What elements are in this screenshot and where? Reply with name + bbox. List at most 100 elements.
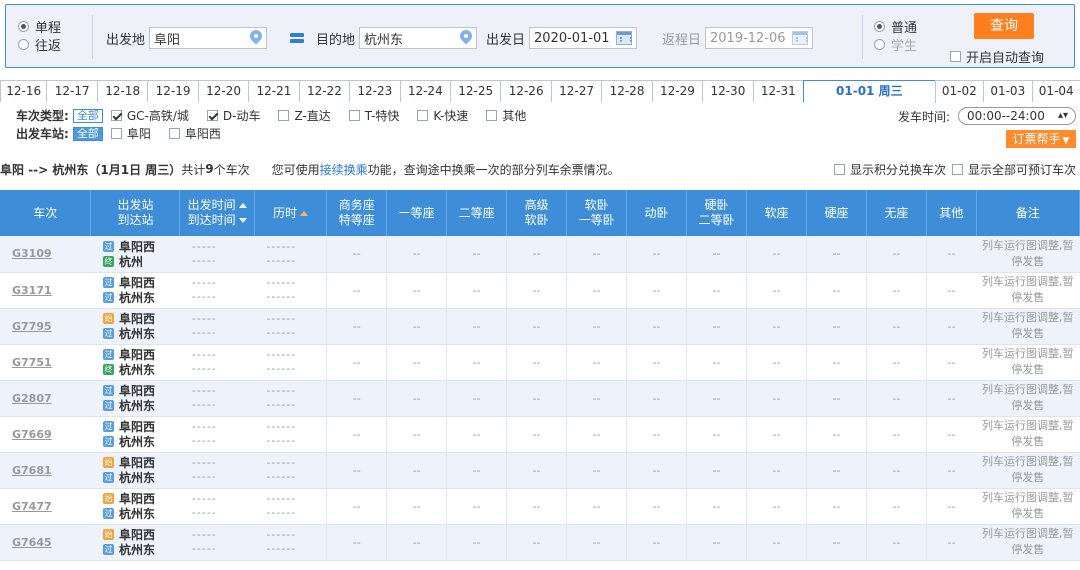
date-tab[interactable]: 12-22: [298, 80, 351, 102]
query-button[interactable]: 查询: [974, 13, 1034, 39]
trip-type-roundtrip[interactable]: 往返: [18, 35, 88, 54]
date-tab[interactable]: 12-23: [349, 80, 401, 102]
to-station-name[interactable]: 杭州东: [119, 325, 155, 342]
date-tab[interactable]: 12-17: [46, 80, 98, 102]
train-type-option[interactable]: K-快速: [417, 107, 468, 124]
points-checkbox[interactable]: [833, 164, 845, 175]
train-type-option[interactable]: D-动车: [206, 107, 260, 124]
train-type-checkbox[interactable]: [278, 110, 290, 121]
train-number-link[interactable]: G7645: [0, 524, 91, 561]
transfer-link[interactable]: 接续换乘: [320, 161, 368, 178]
passenger-normal[interactable]: 普通: [874, 17, 917, 36]
train-type-option[interactable]: 其他: [486, 107, 526, 124]
station-all-button[interactable]: 全部: [72, 126, 103, 141]
date-tab[interactable]: 12-21: [248, 80, 300, 102]
normal-radio[interactable]: [874, 20, 885, 32]
station-checkbox[interactable]: [168, 128, 180, 139]
depart-time-select[interactable]: 00:00--24:00 ▴▾: [958, 107, 1076, 125]
train-type-checkbox[interactable]: [110, 110, 122, 121]
to-station-name[interactable]: 杭州东: [119, 505, 155, 522]
auto-query-toggle[interactable]: 开启自动查询: [950, 47, 1044, 66]
auto-query-label: 开启自动查询: [966, 51, 1045, 66]
student-radio[interactable]: [874, 38, 885, 50]
train-number-link[interactable]: G7681: [0, 452, 91, 489]
date-tab[interactable]: 12-24: [399, 80, 451, 102]
train-type-checkbox[interactable]: [486, 110, 498, 121]
from-value: 阜阳: [154, 32, 181, 48]
auto-query-checkbox[interactable]: [950, 51, 961, 62]
points-option-label: 显示积分兑换车次: [849, 163, 946, 177]
date-tab[interactable]: 01-04: [1031, 80, 1080, 102]
seat-availability: --: [686, 524, 747, 561]
to-station-name[interactable]: 杭州东: [119, 541, 155, 558]
seat-availability: --: [686, 272, 747, 309]
station-option[interactable]: 阜阳: [110, 125, 151, 142]
to-station-name[interactable]: 杭州东: [119, 397, 155, 414]
date-tab[interactable]: 12-16: [0, 80, 48, 102]
sort-up-icon[interactable]: [238, 203, 247, 208]
date-tab[interactable]: 12-29: [651, 80, 704, 102]
to-station-name[interactable]: 杭州东: [119, 469, 155, 486]
table-row: G2807 过阜阳西过杭州东 ----- ----- ------ ------ -- -- -…: [0, 380, 1080, 417]
date-tab[interactable]: 01-03: [983, 80, 1033, 102]
train-type-checkbox[interactable]: [206, 110, 218, 121]
from-input[interactable]: 阜阳: [149, 27, 268, 49]
station-option[interactable]: 阜阳西: [168, 125, 221, 142]
depart-date-input[interactable]: 2020-01-01: [529, 27, 638, 49]
date-tab[interactable]: 12-20: [197, 80, 250, 102]
date-tab[interactable]: 01-01 周三: [803, 80, 936, 103]
seat-availability: --: [386, 272, 447, 309]
date-tab[interactable]: 12-26: [500, 80, 552, 102]
date-tab[interactable]: 12-27: [550, 80, 603, 102]
to-input[interactable]: 杭州东: [359, 27, 478, 49]
passenger-student[interactable]: 学生: [874, 35, 917, 54]
date-tab[interactable]: 01-02: [934, 80, 985, 102]
swap-stations-icon[interactable]: [288, 31, 306, 45]
location-pin-icon[interactable]: [250, 30, 262, 46]
booking-helper-button[interactable]: 订票帮手 ▼: [1006, 130, 1076, 148]
train-type-option[interactable]: Z-直达: [278, 107, 331, 124]
sort-down-icon[interactable]: [238, 218, 247, 223]
train-number-link[interactable]: G3171: [0, 272, 91, 309]
train-type-checkbox[interactable]: [348, 110, 360, 121]
train-type-option[interactable]: GC-高铁/城: [110, 107, 189, 124]
calendar-icon[interactable]: [792, 31, 809, 45]
train-type-all-button[interactable]: 全部: [72, 108, 103, 123]
from-station: 过阜阳西: [102, 419, 180, 434]
trip-type-oneway[interactable]: 单程: [18, 17, 88, 36]
calendar-icon[interactable]: [616, 31, 633, 45]
to-station: 过杭州东: [102, 433, 180, 450]
train-type-checkbox[interactable]: [417, 110, 429, 121]
station-checkbox[interactable]: [110, 128, 122, 139]
train-number-link[interactable]: G7477: [0, 488, 91, 525]
remark-cell: 列车运行图调整,暂停发售: [976, 308, 1080, 345]
train-number-link[interactable]: G7669: [0, 416, 91, 453]
train-number-link[interactable]: G7795: [0, 308, 91, 345]
to-station-name[interactable]: 杭州: [119, 253, 143, 270]
date-tab[interactable]: 12-30: [702, 80, 754, 102]
to-station-name[interactable]: 杭州东: [119, 289, 155, 306]
oneway-radio[interactable]: [18, 20, 29, 32]
train-number-link[interactable]: G3109: [0, 236, 91, 273]
date-tab[interactable]: 12-31: [752, 80, 805, 102]
all-bookable-checkbox[interactable]: [951, 164, 963, 175]
roundtrip-radio[interactable]: [18, 38, 29, 50]
col-times[interactable]: 出发时间 到达时间: [179, 190, 255, 236]
train-number-link[interactable]: G2807: [0, 380, 91, 417]
date-tab[interactable]: 12-19: [147, 80, 199, 102]
train-type-option[interactable]: T-特快: [348, 107, 399, 124]
train-type-label: GC-高铁/城: [126, 109, 189, 123]
col-duration[interactable]: 历时: [254, 190, 328, 236]
train-number-link[interactable]: G7751: [0, 344, 91, 381]
sort-up-icon[interactable]: [300, 210, 309, 216]
to-station-name[interactable]: 杭州东: [119, 361, 155, 378]
date-tab[interactable]: 12-25: [449, 80, 502, 102]
date-tab[interactable]: 12-28: [601, 80, 653, 102]
location-pin-icon[interactable]: [460, 30, 472, 46]
return-date-input[interactable]: 2019-12-06: [705, 27, 814, 49]
to-station-name[interactable]: 杭州东: [119, 433, 155, 450]
station-filter: 出发车站: 全部 阜阳 阜阳西: [16, 125, 239, 142]
date-tab[interactable]: 12-18: [96, 80, 149, 102]
seat-availability: --: [326, 272, 387, 309]
seat-availability: --: [386, 380, 447, 417]
